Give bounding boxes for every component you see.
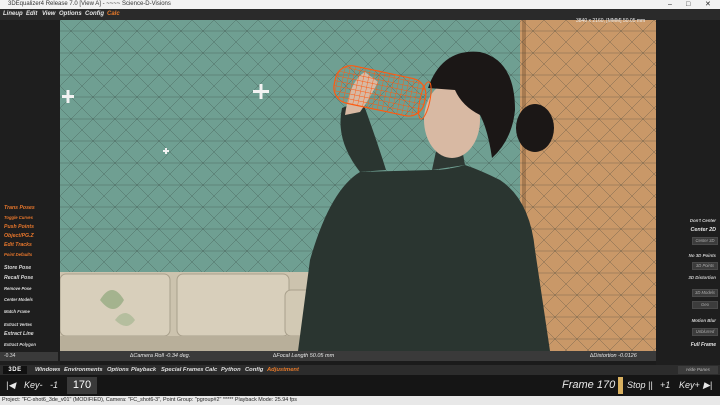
motion-blur-button[interactable]: Motion Blur — [692, 318, 716, 323]
menu-environments[interactable]: Environments — [64, 365, 103, 375]
frame-plus-one-button[interactable]: +1 — [660, 379, 670, 392]
footage-frame — [60, 20, 656, 351]
object-pgz-button[interactable]: Object/PG.Z — [4, 233, 34, 239]
geo-button[interactable]: Geo — [692, 301, 718, 309]
adjustment-info-bar: ∆Camera Roll -0.34 deg. ∆Focal Length 50… — [60, 351, 656, 361]
3d-distortion-button[interactable]: 3D Distortion — [688, 275, 716, 280]
maximize-icon[interactable]: □ — [686, 0, 690, 9]
right-view-panel: Don't Center Center 2D Center 3D No 3D P… — [656, 20, 720, 365]
trans-poses-button[interactable]: Trans Poses — [4, 205, 35, 211]
camera-roll-readout: ∆Camera Roll -0.34 deg. — [130, 353, 191, 359]
menu-calc[interactable]: Calc — [107, 9, 120, 20]
center-models-button[interactable]: Center Models — [4, 297, 33, 302]
resolution-label: 3840 x 2160, [MMM] 50.05 mm — [576, 18, 646, 24]
menu-view[interactable]: View — [42, 9, 55, 20]
current-frame-label: Frame 170 — [562, 379, 616, 391]
menu-options-bottom[interactable]: Options — [107, 365, 129, 375]
menu-edit[interactable]: Edit — [26, 9, 37, 20]
push-points-button[interactable]: Push Points — [4, 224, 34, 230]
status-bar: Project: "FC-shot6_3de_v01" (MODIFIED), … — [0, 396, 720, 405]
stop-button[interactable]: Stop || — [627, 379, 653, 392]
center-3d-button[interactable]: Center 3D — [692, 237, 718, 245]
hide-panes-button[interactable]: Hide Panes — [678, 366, 718, 374]
recall-pose-button[interactable]: Recall Pose — [4, 275, 33, 281]
menu-adjustment[interactable]: Adjustment — [267, 365, 299, 375]
focal-length-readout: ∆Focal Length 50.05 mm — [273, 353, 335, 359]
menu-calc-bottom[interactable]: Calc — [205, 365, 217, 375]
toggle-curves-button[interactable]: Toggle Curves — [4, 215, 33, 220]
key-next-button[interactable]: Key+ — [679, 379, 700, 392]
no-3d-points-button[interactable]: No 3D Points — [689, 253, 716, 258]
left-tool-panel: Trans Poses Toggle Curves Push Points Ob… — [0, 20, 60, 365]
menu-python[interactable]: Python — [221, 365, 241, 375]
remove-pose-button[interactable]: Remove Pose — [4, 286, 31, 291]
frame-minus-one-button[interactable]: -1 — [50, 379, 58, 392]
key-prev-button[interactable]: Key- — [24, 379, 43, 392]
extract-polygon-button[interactable]: Extract Polygon — [4, 342, 36, 347]
3d-points-button[interactable]: 3D Points — [692, 262, 718, 270]
edit-tracks-button[interactable]: Edit Tracks — [4, 242, 32, 248]
menu-playback[interactable]: Playback — [131, 365, 156, 375]
app-logo: 3DE — [3, 366, 27, 374]
minimize-icon[interactable]: – — [668, 0, 672, 9]
close-icon[interactable]: ✕ — [705, 0, 711, 9]
menu-special-frames[interactable]: Special Frames — [161, 365, 204, 375]
window-titlebar: 3DEqualizer4 Release 7.0 [View A] - ~~~~… — [0, 0, 720, 9]
match-frame-button[interactable]: Match Frame — [4, 309, 30, 314]
distortion-readout: ∆Distortion -0.0126 — [590, 353, 637, 359]
menu-lineup[interactable]: Lineup — [3, 9, 23, 20]
window-title: 3DEqualizer4 Release 7.0 [View A] - ~~~~… — [8, 1, 171, 7]
3d-models-button[interactable]: 3D Models — [692, 289, 718, 297]
full-frame-button[interactable]: Full Frame — [691, 342, 716, 348]
goto-start-button[interactable]: |◀ — [6, 379, 15, 392]
timeline-scrubber[interactable] — [618, 377, 623, 394]
unblurred-button[interactable]: Unblurred — [692, 328, 718, 336]
camera-viewport[interactable] — [60, 20, 656, 351]
dont-center-button[interactable]: Don't Center — [690, 218, 716, 223]
extract-line-button[interactable]: Extract Line — [4, 331, 34, 337]
bottom-menubar: Windows Environments Options Playback Sp… — [0, 365, 720, 375]
menu-options[interactable]: Options — [59, 9, 82, 20]
menu-windows[interactable]: Windows — [35, 365, 60, 375]
extract-vertex-button[interactable]: Extract Vertex — [4, 322, 32, 327]
menu-config-bottom[interactable]: Config — [245, 365, 263, 375]
adjustment-value-field[interactable]: -0.34 — [0, 352, 58, 361]
frame-number-input[interactable]: 170 — [67, 377, 97, 394]
center-2d-button[interactable]: Center 2D — [691, 227, 716, 233]
store-pose-button[interactable]: Store Pose — [4, 265, 31, 271]
point-defaults-button[interactable]: Point Defaults — [4, 252, 32, 257]
menu-config[interactable]: Config — [85, 9, 104, 20]
goto-end-button[interactable]: ▶| — [703, 379, 712, 392]
